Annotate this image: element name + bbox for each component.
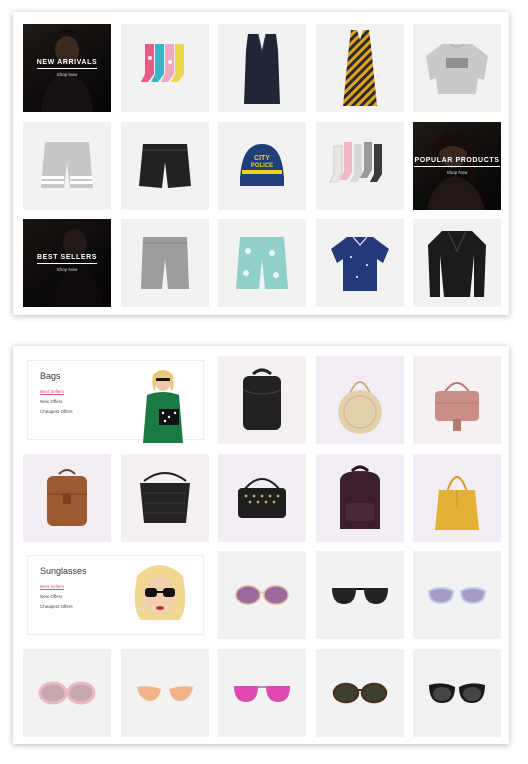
product-black-backpack[interactable] xyxy=(218,356,306,444)
bags-best-sellers-link[interactable]: Best Sellers xyxy=(40,389,65,395)
sunglasses-cheapest-offers-link[interactable]: Cheapest Offers xyxy=(40,604,73,609)
product-round-straw-bag[interactable] xyxy=(315,356,404,444)
product-pink-oval-sunglasses[interactable] xyxy=(23,648,111,737)
product-multi-socks[interactable] xyxy=(315,121,404,210)
shirt-image xyxy=(330,236,389,291)
socks-pack-image xyxy=(328,141,382,182)
shop-now-link[interactable]: Shop Now xyxy=(57,72,78,77)
socks-image xyxy=(140,44,184,82)
product-black-denim-shorts[interactable] xyxy=(120,121,209,210)
product-burgundy-backpack[interactable] xyxy=(315,453,404,542)
new-arrivals-promo[interactable]: NEW ARRIVALS Shop Now xyxy=(23,24,111,112)
product-grey-sweatshirt[interactable] xyxy=(413,24,501,112)
accessories-panel: Bags Best Sellers New Offers Cheapest Of… xyxy=(13,346,509,744)
product-navy-shirt[interactable] xyxy=(315,219,404,307)
svg-text:POLICE: POLICE xyxy=(251,163,273,169)
product-grey-sweatshorts[interactable] xyxy=(23,121,111,210)
best-sellers-promo[interactable]: BEST SELLERS Shop Now xyxy=(23,219,111,307)
bags-category-card: Bags Best Sellers New Offers Cheapest Of… xyxy=(23,356,208,444)
sunglasses-image xyxy=(331,588,388,604)
sweatshorts-image xyxy=(41,141,93,188)
product-striped-dress[interactable] xyxy=(315,24,404,112)
product-tortoise-sunglasses[interactable] xyxy=(315,648,404,737)
product-blue-cat-eye-sunglasses[interactable] xyxy=(413,551,501,639)
woven-bag-image xyxy=(139,471,190,523)
bags-card-inner: Bags Best Sellers New Offers Cheapest Of… xyxy=(27,360,204,443)
sunglasses-image xyxy=(429,682,485,703)
sunglasses-image xyxy=(427,587,487,605)
bags-cheapest-offers-link[interactable]: Cheapest Offers xyxy=(40,409,73,414)
product-studded-shoulder-bag[interactable] xyxy=(218,453,306,542)
backpack-image xyxy=(242,368,282,430)
sunglasses-title: Sunglasses xyxy=(40,566,87,576)
product-socks-colorful[interactable] xyxy=(120,24,209,112)
burgundy-backpack-image xyxy=(339,465,380,529)
crossbody-bag-image xyxy=(435,382,479,431)
sunglasses-image xyxy=(235,585,289,605)
bags-model-image xyxy=(143,370,183,443)
sunglasses-card-inner: Sunglasses Best Sellers New Offers Cheap… xyxy=(27,555,204,635)
product-pink-crossbody-bag[interactable] xyxy=(413,356,501,444)
sunglasses-new-offers-link[interactable]: New Offers xyxy=(40,594,62,599)
product-black-leather-jacket[interactable] xyxy=(413,219,501,307)
product-patterned-swim-shorts[interactable] xyxy=(218,219,306,307)
studded-bag-image xyxy=(238,477,286,518)
leather-backpack-image xyxy=(47,468,87,526)
new-arrivals-title: NEW ARRIVALS xyxy=(36,59,98,69)
product-navy-vest[interactable] xyxy=(218,24,306,112)
best-sellers-title: BEST SELLERS xyxy=(36,254,98,264)
product-grid: NEW ARRIVALS Shop Now CITY POLICE POPULA… xyxy=(23,24,501,307)
popular-products-promo[interactable]: POPULAR PRODUCTS Shop Now xyxy=(413,121,501,210)
beanie-image: CITY POLICE xyxy=(240,143,284,186)
popular-products-title: POPULAR PRODUCTS xyxy=(414,157,500,167)
sunglasses-image xyxy=(234,685,290,702)
denim-shorts-image xyxy=(138,143,191,188)
straw-bag-image xyxy=(337,381,382,434)
bags-title: Bags xyxy=(40,371,61,381)
sunglasses-image xyxy=(332,682,387,703)
shop-now-link[interactable]: Shop Now xyxy=(57,267,78,272)
product-pink-round-sunglasses[interactable] xyxy=(218,551,306,639)
svg-text:CITY: CITY xyxy=(254,155,270,162)
sunglasses-model-image xyxy=(134,565,186,620)
product-yellow-bucket-bag[interactable] xyxy=(413,453,501,542)
leather-jacket-image xyxy=(428,230,486,297)
product-police-beanie[interactable]: CITY POLICE xyxy=(218,121,306,210)
vest-image xyxy=(244,33,280,104)
shop-now-link[interactable]: Shop Now xyxy=(447,170,468,175)
product-grey-chino-shorts[interactable] xyxy=(120,219,209,307)
product-black-woven-bag[interactable] xyxy=(120,453,209,542)
product-brown-leather-backpack[interactable] xyxy=(23,453,111,542)
sunglasses-category-card: Sunglasses Best Sellers New Offers Cheap… xyxy=(23,551,208,639)
bags-new-offers-link[interactable]: New Offers xyxy=(40,399,62,404)
accessories-grid: Bags Best Sellers New Offers Cheapest Of… xyxy=(23,356,501,737)
dress-image xyxy=(342,30,377,106)
sunglasses-image xyxy=(38,681,96,704)
chino-shorts-image xyxy=(140,237,189,289)
bucket-bag-image xyxy=(435,475,479,530)
product-pink-mirror-aviator[interactable] xyxy=(218,648,306,737)
product-black-aviator-sunglasses[interactable] xyxy=(315,551,404,639)
sunglasses-image xyxy=(136,685,193,701)
products-panel: NEW ARRIVALS Shop Now CITY POLICE POPULA… xyxy=(13,12,509,315)
sunglasses-best-sellers-link[interactable]: Best Sellers xyxy=(40,584,65,590)
product-black-round-sunglasses[interactable] xyxy=(413,648,501,737)
product-peach-cat-eye-sunglasses[interactable] xyxy=(120,648,209,737)
swim-shorts-image xyxy=(236,237,288,289)
sweatshirt-image xyxy=(426,43,488,94)
